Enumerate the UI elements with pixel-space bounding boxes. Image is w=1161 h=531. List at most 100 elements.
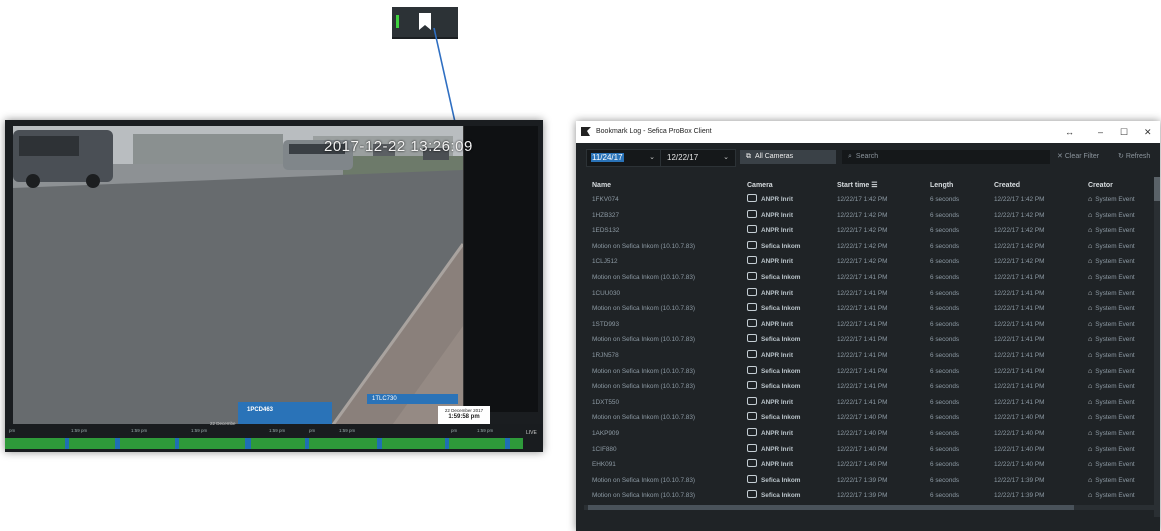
table-row[interactable]: 1AKP909 ANPR Inrit 12/22/17 1:40 PM 6 secon… — [576, 427, 1154, 443]
column-header-camera[interactable]: Camera — [747, 179, 773, 193]
camera-icon — [747, 303, 757, 312]
table-row[interactable]: EHK091 ANPR Inrit 12/22/17 1:40 PM 6 second… — [576, 458, 1154, 474]
column-header-creator[interactable]: Creator — [1088, 179, 1113, 193]
table-row[interactable]: 1FKV074 ANPR Inrit 12/22/17 1:42 PM 6 secon… — [576, 193, 1154, 209]
bookmark-segment[interactable] — [377, 438, 382, 449]
tick-label: pm — [451, 428, 458, 433]
row-start-time: 12/22/17 1:42 PM — [837, 258, 888, 266]
row-creator-label: System Event — [1095, 211, 1135, 219]
table-row[interactable]: Motion on Sefica Inkom (10.10.7.83) Sefic… — [576, 271, 1154, 287]
move-icon[interactable]: ↔ — [1065, 121, 1074, 143]
row-camera: Sefica Inkom — [747, 333, 800, 347]
minimize-button[interactable]: – — [1098, 121, 1103, 143]
close-button[interactable]: ✕ — [1144, 121, 1152, 143]
column-header-start-time[interactable]: Start time ☰ — [837, 179, 878, 193]
house-icon: ⌂ — [1088, 461, 1093, 469]
table-row[interactable]: 1CIF880 ANPR Inrit 12/22/17 1:40 PM 6 secon… — [576, 443, 1154, 459]
start-date-select[interactable]: 11/24/17 ⌄ — [586, 149, 662, 167]
row-start-time: 12/22/17 1:41 PM — [837, 383, 888, 391]
row-start-time: 12/22/17 1:41 PM — [837, 336, 888, 344]
bookmark-segment[interactable] — [305, 438, 309, 449]
table-row[interactable]: Motion on Sefica Inkom (10.10.7.83) Sefic… — [576, 489, 1154, 505]
table-row[interactable]: 1EDS132 ANPR Inrit 12/22/17 1:42 PM 6 secon… — [576, 224, 1154, 240]
row-camera-label: ANPR Inrit — [761, 227, 793, 235]
search-input[interactable]: ⌕ Search — [842, 150, 1050, 164]
camera-icon — [747, 287, 757, 296]
bookmark-segment[interactable] — [245, 438, 251, 449]
row-name: Motion on Sefica Inkom (10.10.7.83) — [592, 383, 696, 391]
row-creator: ⌂ System Event — [1088, 240, 1135, 254]
playback-timeline[interactable]: 22 Decembe pm 1:59 pm 1:59 pm 1:59 pm 1:… — [5, 421, 543, 452]
camera-filter-select[interactable]: ⧉ All Cameras — [740, 150, 836, 164]
house-icon: ⌂ — [1088, 242, 1093, 250]
row-camera-label: ANPR Inrit — [761, 258, 793, 266]
bookmark-segment[interactable] — [505, 438, 510, 449]
row-creator: ⌂ System Event — [1088, 474, 1135, 488]
bookmark-segment[interactable] — [115, 438, 120, 449]
scrollbar-thumb[interactable] — [1154, 177, 1160, 201]
bookmark-segment[interactable] — [65, 438, 69, 449]
table-row[interactable]: Motion on Sefica Inkom (10.10.7.83) Sefic… — [576, 240, 1154, 256]
house-icon: ⌂ — [1088, 398, 1093, 406]
row-length: 6 seconds — [930, 414, 960, 422]
row-creator: ⌂ System Event — [1088, 443, 1135, 457]
bookmark-segment[interactable] — [175, 438, 179, 449]
table-row[interactable]: Motion on Sefica Inkom (10.10.7.83) Sefic… — [576, 474, 1154, 490]
bookmark-card-title: 1PCD463 — [247, 407, 274, 413]
row-creator: ⌂ System Event — [1088, 365, 1135, 379]
row-camera: Sefica Inkom — [747, 411, 800, 425]
camera-icon — [747, 271, 757, 280]
refresh-button[interactable]: ↻ Refresh — [1118, 150, 1150, 164]
table-row[interactable]: Motion on Sefica Inkom (10.10.7.83) Sefic… — [576, 380, 1154, 396]
horizontal-scrollbar[interactable] — [584, 505, 1154, 510]
camera-icon — [747, 194, 757, 202]
table-row[interactable]: Motion on Sefica Inkom (10.10.7.83) Sefic… — [576, 411, 1154, 427]
bookmark-icon — [419, 13, 431, 30]
row-camera: ANPR Inrit — [747, 318, 793, 332]
row-creator: ⌂ System Event — [1088, 318, 1135, 332]
tooltip-time: 1:59:58 pm — [448, 414, 480, 420]
end-date-select[interactable]: 12/22/17 ⌄ — [660, 149, 736, 167]
row-created: 12/22/17 1:40 PM — [994, 414, 1045, 422]
row-created: 12/22/17 1:41 PM — [994, 367, 1045, 375]
table-row[interactable]: Motion on Sefica Inkom (10.10.7.83) Sefic… — [576, 365, 1154, 381]
row-start-time: 12/22/17 1:41 PM — [837, 289, 888, 297]
row-name: EHK091 — [592, 461, 616, 469]
table-row[interactable]: 1STD993 ANPR Inrit 12/22/17 1:41 PM 6 secon… — [576, 318, 1154, 334]
column-header-length[interactable]: Length — [930, 179, 953, 193]
house-icon: ⌂ — [1088, 227, 1093, 235]
column-header-created[interactable]: Created — [994, 179, 1020, 193]
table-row[interactable]: 1RJN578 ANPR Inrit 12/22/17 1:41 PM 6 secon… — [576, 349, 1154, 365]
search-icon: ⌕ — [848, 153, 852, 160]
row-camera: ANPR Inrit — [747, 443, 793, 457]
house-icon: ⌂ — [1088, 211, 1093, 219]
table-row[interactable]: 1DXT550 ANPR Inrit 12/22/17 1:41 PM 6 secon… — [576, 396, 1154, 412]
row-start-time: 12/22/17 1:40 PM — [837, 429, 888, 437]
row-length: 6 seconds — [930, 196, 960, 203]
row-camera-label: Sefica Inkom — [761, 273, 801, 281]
vertical-scrollbar[interactable] — [1154, 177, 1160, 517]
chevron-down-icon: ⌄ — [723, 154, 729, 161]
table-row[interactable]: Motion on Sefica Inkom (10.10.7.83) Sefic… — [576, 333, 1154, 349]
live-button[interactable]: LIVE — [526, 430, 537, 436]
plate-bookmark-tag[interactable]: 1TLC730 — [367, 394, 458, 404]
bookmark-segment[interactable] — [445, 438, 449, 449]
cameras-icon: ⧉ — [746, 153, 751, 160]
table-row[interactable]: Motion on Sefica Inkom (10.10.7.83) Sefic… — [576, 302, 1154, 318]
table-row[interactable]: 1CUU030 ANPR Inrit 12/22/17 1:41 PM 6 secon… — [576, 287, 1154, 303]
row-camera-label: Sefica Inkom — [761, 336, 801, 344]
table-row[interactable]: 1HZB327 ANPR Inrit 12/22/17 1:42 PM 6 secon… — [576, 209, 1154, 225]
row-length: 6 seconds — [930, 351, 960, 359]
app-logo-icon — [581, 127, 591, 136]
column-header-name[interactable]: Name — [592, 179, 611, 193]
clear-filter-button[interactable]: ✕ Clear Filter — [1057, 150, 1099, 164]
maximize-button[interactable]: ☐ — [1120, 121, 1128, 143]
bookmark-toolbar-button[interactable] — [392, 7, 458, 39]
row-length: 6 seconds — [930, 258, 960, 266]
house-icon: ⌂ — [1088, 429, 1093, 437]
row-name: Motion on Sefica Inkom (10.10.7.83) — [592, 336, 696, 344]
scrollbar-thumb[interactable] — [588, 505, 1074, 510]
house-icon: ⌂ — [1088, 273, 1093, 281]
table-row[interactable]: 1CLJ512 ANPR Inrit 12/22/17 1:42 PM 6 secon… — [576, 255, 1154, 271]
row-length: 6 seconds — [930, 227, 960, 235]
